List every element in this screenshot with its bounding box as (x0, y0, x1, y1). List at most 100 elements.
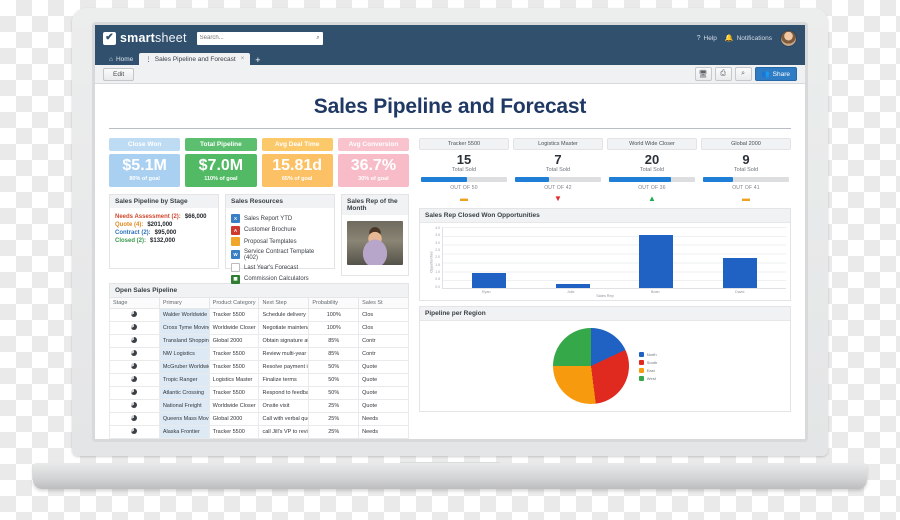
kpi-card: Close Won $5.1M 80% of goal (109, 138, 181, 187)
bar-chart-title: Sales Rep Closed Won Opportunities (420, 209, 790, 223)
stage-amount: $132,000 (150, 237, 176, 244)
table-row[interactable]: Alaska Frontier Tracker 5500 call Jill's… (109, 424, 409, 439)
legend-swatch (638, 359, 644, 365)
tab-home-label: Home (115, 55, 134, 63)
open-pipeline-table[interactable]: Stage Primary Product Category Next Step Pro… (109, 296, 409, 439)
search-box[interactable]: ⌕ (196, 31, 323, 45)
kpi-goal: 80% of goal (129, 175, 160, 182)
row-category: Tracker 5500 (208, 307, 260, 322)
stage-name: Needs Assessment (2): (115, 213, 181, 220)
resource-item[interactable]: X Sales Report YTD (231, 214, 329, 224)
row-probability: 50% (308, 385, 360, 400)
kpi-card: Total Pipeline $7.0M 110% of goal (185, 138, 257, 187)
rep-of-month-body (341, 214, 409, 276)
table-row[interactable]: NW Logistics Tracker 5500 Review multi-y… (109, 346, 409, 361)
resource-item[interactable]: W Service Contract Template (402) (231, 249, 329, 261)
search-input[interactable] (199, 35, 320, 41)
row-primary: Alaska Frontier (158, 424, 210, 439)
row-probability: 25% (308, 411, 360, 426)
resource-item[interactable]: Proposal Templates (231, 237, 329, 247)
row-stage-icon (109, 359, 160, 374)
bar (639, 234, 674, 288)
table-column-header[interactable]: Product Category (208, 296, 260, 309)
table-column-header[interactable]: Stage (109, 296, 160, 309)
tab-sales-pipeline[interactable]: ⋮ Sales Pipeline and Forecast × (139, 53, 251, 65)
row-stage-icon (109, 346, 160, 361)
title-divider (109, 128, 791, 129)
table-column-header[interactable]: Sales St (358, 296, 409, 309)
present-icon[interactable]: 🖥 (694, 67, 712, 81)
row-next-step: Respond to feedback (258, 385, 310, 400)
table-column-header[interactable]: Primary (158, 296, 210, 309)
row-stage-icon (109, 307, 160, 322)
row-next-step: Onsite visit (258, 398, 310, 413)
search-sheet-icon[interactable]: ⌕ (734, 67, 752, 81)
row-sales-stage: Quote (358, 385, 409, 400)
dashboard-canvas: Sales Pipeline and Forecast Close Won $5… (95, 84, 805, 439)
home-icon: ⌂ (109, 55, 113, 63)
row-primary: Transland Shopping (158, 333, 210, 348)
share-button[interactable]: 👥 Share (754, 67, 797, 81)
bar (555, 284, 590, 288)
table-row[interactable]: Atlantic Crossing Tracker 5500 Respond t… (109, 385, 409, 400)
bar-chart-card: Sales Rep Closed Won Opportunities Oppor… (419, 208, 791, 301)
table-column-header[interactable]: Probability (308, 296, 360, 309)
legend-swatch (638, 375, 644, 381)
stage-amount: $201,000 (147, 221, 173, 228)
row-sales-stage: Quote (358, 359, 409, 374)
stage-name: Contract (2): (115, 229, 151, 236)
product-progress-bar (421, 177, 507, 182)
table-row[interactable]: Transland Shopping Global 2000 Obtain si… (109, 333, 409, 348)
table-row[interactable]: Cross Tyme Moving Worldwide Closer Negot… (109, 320, 409, 335)
product-name: Logistics Master (513, 138, 603, 150)
smartsheet-logo[interactable]: ✔ smartsheet (103, 31, 187, 45)
kpi-value: 36.7% (350, 157, 397, 174)
laptop-base (33, 463, 867, 489)
row-sales-stage: Contr (358, 346, 409, 361)
row-category: Worldwide Closer (208, 320, 260, 335)
resource-item[interactable]: Last Year's Forecast (231, 263, 329, 273)
kpi-value: $5.1M (122, 157, 167, 174)
kpi-card: Avg Conversion 36.7% 30% of goal (337, 138, 409, 187)
table-row[interactable]: Tropic Ranger Logistics Master Finalize … (109, 372, 409, 387)
avatar[interactable] (780, 29, 797, 47)
table-row[interactable]: Queens Mass Moving Global 2000 Call with… (109, 411, 409, 426)
y-tick-label: 3.0 (435, 240, 440, 245)
dashboard-columns: Close Won $5.1M 80% of goal Total Pipeli… (109, 138, 791, 439)
row-next-step: Resolve payment issue on prior order (258, 359, 310, 374)
row-stage-icon (109, 372, 160, 387)
tab-home[interactable]: ⌂ Home (103, 53, 139, 65)
table-row[interactable]: McGruber Worldwide Tracker 5500 Resolve … (109, 359, 409, 374)
table-header: Stage Primary Product Category Next Step Pro… (109, 296, 409, 309)
search-icon: ⌕ (316, 34, 320, 41)
new-tab-icon[interactable]: + (250, 56, 265, 65)
bar (471, 272, 506, 288)
right-column: Tracker 5500 15 Total Sold OUT OF 50 ▬ L… (419, 138, 791, 439)
stage-name: Closed (2): (115, 237, 147, 244)
row-next-step: Review multi-year financing (258, 346, 310, 361)
edit-button[interactable]: Edit (103, 67, 135, 81)
close-icon[interactable]: × (241, 56, 245, 62)
stage-amount: $95,000 (154, 229, 177, 236)
resource-label: Sales Report YTD (244, 215, 293, 222)
bar-chart-x-axis-label: Sales Rep (596, 294, 614, 298)
table-column-header[interactable]: Next Step (258, 296, 310, 309)
table-header-row: Stage Primary Product Category Next Step Pro… (109, 296, 409, 309)
kpi-row: Close Won $5.1M 80% of goal Total Pipeli… (109, 138, 409, 187)
resource-item[interactable]: ▦ Commission Calculators (231, 274, 329, 284)
excel-file-icon: X (231, 214, 240, 224)
print-icon[interactable]: ⎙ (714, 67, 732, 81)
table-row[interactable]: Walder Worldwide Tracker 5500 Schedule d… (109, 307, 409, 322)
table-row[interactable]: National Freight Worldwide Closer Onsite… (109, 398, 409, 413)
pie-chart-legend: North South East West (638, 351, 657, 381)
resource-label: Customer Brochure (244, 227, 297, 234)
notifications-button[interactable]: 🔔 Notifications (725, 34, 772, 43)
resource-item[interactable]: A Customer Brochure (231, 225, 329, 235)
row-probability: 85% (308, 333, 360, 348)
resource-label: Commission Calculators (244, 276, 309, 283)
help-button[interactable]: ? Help (697, 35, 717, 42)
logo-word-smart: smart (120, 31, 156, 45)
product-sold-label: Total Sold (639, 167, 665, 173)
row-primary: Atlantic Crossing (158, 385, 210, 400)
product-metric: Tracker 5500 15 Total Sold OUT OF 50 ▬ (419, 138, 509, 203)
